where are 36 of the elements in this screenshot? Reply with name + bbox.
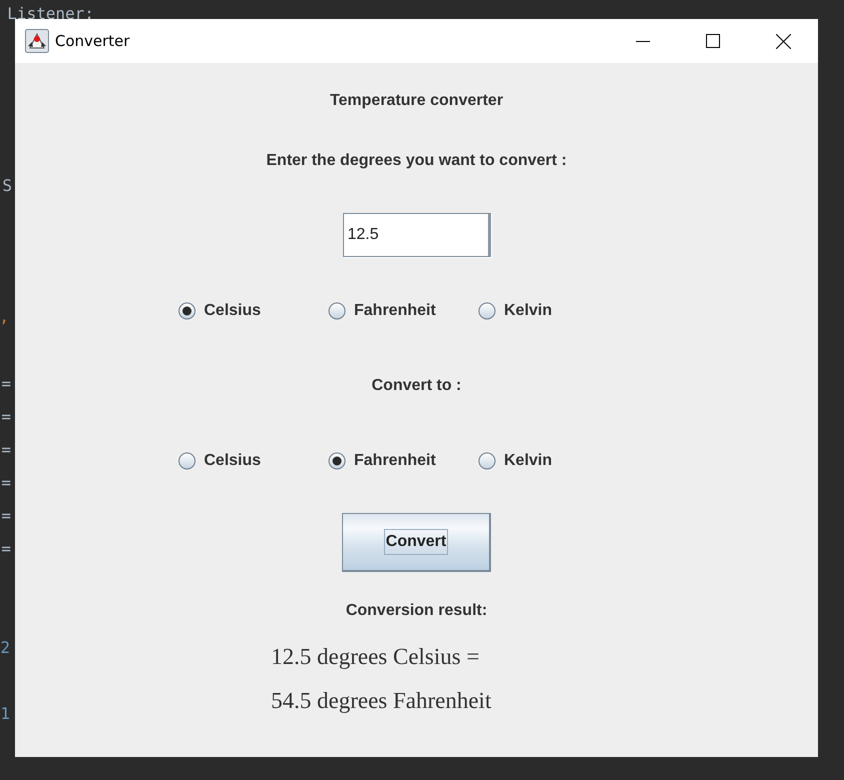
- code-text: =: [1, 473, 11, 493]
- window-title: Converter: [55, 32, 130, 50]
- radio-label[interactable]: Kelvin: [504, 451, 552, 471]
- radio-label[interactable]: Celsius: [204, 301, 261, 321]
- radio-label[interactable]: Kelvin: [504, 301, 552, 321]
- convert-button[interactable]: Convert: [342, 513, 491, 572]
- radio-label[interactable]: Fahrenheit: [354, 301, 436, 321]
- radio-button[interactable]: [478, 302, 496, 320]
- radio-label[interactable]: Fahrenheit: [354, 451, 436, 471]
- code-text: =: [1, 374, 11, 394]
- result-text: 54.5 degrees Fahrenheit: [271, 687, 492, 715]
- radio-label[interactable]: Celsius: [204, 451, 261, 471]
- radio-button[interactable]: [178, 302, 196, 320]
- radio-button[interactable]: [328, 452, 346, 470]
- code-text: 2: [0, 638, 10, 658]
- code-text: =: [1, 407, 11, 427]
- heading: Temperature converter: [330, 91, 504, 111]
- maximize-icon: [706, 34, 720, 48]
- code-text: =: [1, 506, 11, 526]
- radio-button[interactable]: [478, 452, 496, 470]
- result-text: 12.5 degrees Celsius =: [271, 643, 480, 671]
- radio-button[interactable]: [328, 302, 346, 320]
- app-icon: [25, 29, 49, 53]
- code-text: S: [2, 176, 12, 196]
- code-text: Listener;: [7, 4, 94, 24]
- code-text: 1: [0, 704, 10, 724]
- code-text: =: [1, 440, 11, 460]
- code-text: =: [1, 539, 11, 559]
- result-label: Conversion result:: [346, 601, 488, 621]
- radio-button[interactable]: [178, 452, 196, 470]
- close-icon: [776, 34, 790, 48]
- prompt-label: Enter the degrees you want to convert :: [266, 151, 567, 171]
- convert-to-label: Convert to :: [372, 376, 462, 396]
- degrees-field[interactable]: 12.5: [342, 213, 490, 257]
- code-text: ,: [0, 307, 9, 327]
- minimize-icon: [636, 40, 650, 42]
